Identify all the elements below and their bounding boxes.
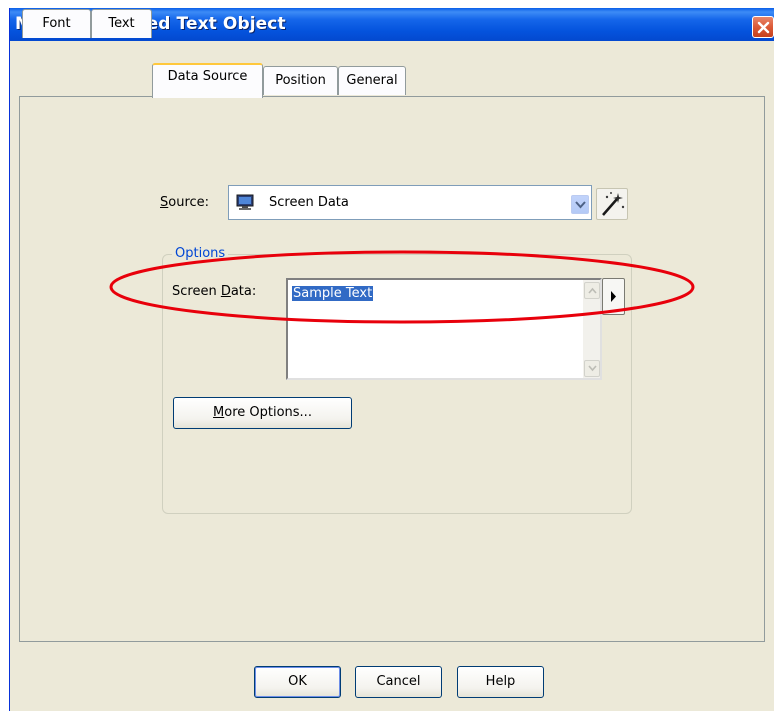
options-legend: Options	[172, 246, 229, 261]
screen-data-text: Sample Text	[292, 286, 374, 301]
monitor-icon	[236, 194, 254, 210]
cancel-button[interactable]: Cancel	[355, 666, 442, 698]
source-dropdown-arrow[interactable]	[571, 195, 589, 214]
source-dropdown[interactable]: Screen Data	[228, 185, 592, 220]
help-label: Help	[485, 674, 516, 689]
insert-field-button[interactable]	[602, 278, 625, 315]
help-button[interactable]: Help	[457, 666, 544, 698]
source-label: Source:	[160, 195, 209, 210]
more-options-button[interactable]: More Options...	[173, 397, 352, 429]
screen-data-textarea[interactable]: Sample Text	[286, 278, 602, 380]
ok-button[interactable]: OK	[254, 666, 341, 698]
vertical-scrollbar[interactable]	[583, 280, 600, 378]
more-options-label: ore Options...	[224, 405, 312, 420]
more-options-mnemonic: M	[213, 405, 225, 420]
source-wizard-button[interactable]	[596, 188, 628, 220]
screen-data-label-post: ata:	[230, 284, 257, 299]
magic-wand-icon	[602, 192, 625, 216]
source-value: Screen Data	[269, 195, 349, 210]
scroll-down-button[interactable]	[584, 360, 600, 377]
screen-data-label-pre: Screen	[172, 284, 221, 299]
scroll-up-button[interactable]	[584, 282, 600, 299]
screen-data-mnemonic: D	[220, 284, 231, 299]
ok-label: OK	[288, 674, 307, 689]
chevron-down-icon	[588, 365, 597, 372]
cancel-label: Cancel	[376, 674, 421, 689]
triangle-right-icon	[611, 291, 616, 302]
chevron-up-icon	[588, 287, 597, 294]
chevron-down-icon	[575, 201, 586, 209]
content-layer: Source: Screen Data Options Screen Data:…	[0, 0, 774, 711]
source-label-rest: ource:	[168, 195, 210, 210]
screen-data-label: Screen Data:	[172, 284, 256, 299]
